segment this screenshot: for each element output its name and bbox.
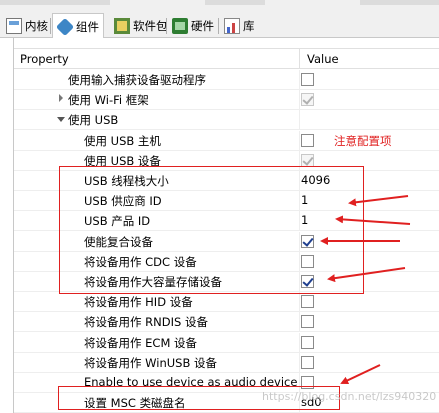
header-column-divider[interactable] <box>299 49 300 69</box>
column-divider <box>299 191 300 212</box>
property-checkbox[interactable] <box>301 335 314 349</box>
property-panel: Property Value 使用输入捕获设备驱动程序 使用 Wi-Fi 框架 使用… <box>13 38 439 413</box>
property-value[interactable]: 4096 <box>301 173 330 187</box>
property-checkbox[interactable] <box>301 73 314 86</box>
top-strip-segment <box>360 0 439 5</box>
header-value: Value <box>307 52 339 66</box>
column-divider <box>299 352 300 373</box>
column-divider <box>299 110 300 131</box>
property-row[interactable]: 将设备用作 CDC 设备 <box>14 251 439 272</box>
package-icon <box>114 18 130 34</box>
tab-hardware-label: 硬件 <box>191 19 214 33</box>
property-row[interactable]: 将设备用作 WinUSB 设备 <box>14 352 439 373</box>
column-divider <box>299 272 300 292</box>
library-icon <box>224 18 240 34</box>
tab-kernel[interactable]: 内核 <box>2 14 52 38</box>
property-checkbox[interactable] <box>301 376 314 389</box>
window-top-strip <box>0 0 439 10</box>
property-label: Enable to use device as audio device <box>84 375 298 389</box>
property-checkbox[interactable] <box>301 295 314 309</box>
column-divider <box>299 312 300 333</box>
property-value[interactable]: 1 <box>301 213 308 227</box>
property-label: 将设备用作 HID 设备 <box>84 295 193 310</box>
expand-closed-icon[interactable] <box>59 94 63 103</box>
property-checkbox[interactable] <box>301 254 314 268</box>
property-checkbox <box>301 93 314 107</box>
tab-hardware[interactable]: 硬件 <box>168 14 218 38</box>
property-row[interactable]: 使用输入捕获设备驱动程序 <box>14 70 439 90</box>
property-label: 将设备用作 CDC 设备 <box>84 254 197 269</box>
kernel-icon <box>6 18 22 34</box>
property-row[interactable]: 将设备用作 HID 设备 <box>14 292 439 313</box>
property-checkbox[interactable] <box>301 355 314 369</box>
tab-library[interactable]: 库 <box>220 14 259 38</box>
property-checkbox[interactable] <box>301 315 314 329</box>
tab-components[interactable]: 组件 <box>52 13 104 39</box>
property-label: USB 线程栈大小 <box>84 174 169 188</box>
column-divider <box>299 251 300 272</box>
property-label: 使用 USB 主机 <box>84 133 161 148</box>
property-label: 使能复合设备 <box>84 234 153 249</box>
property-checkbox <box>301 153 314 167</box>
property-row[interactable]: 使用 USB 主机 注意配置项 <box>14 130 439 151</box>
property-row[interactable]: 将设备用作 ECM 设备 <box>14 332 439 353</box>
top-strip-segment <box>0 0 110 5</box>
watermark-text: https://blog.csdn.net/lzs940320 <box>262 390 437 403</box>
property-row[interactable]: USB 产品 ID 1 <box>14 211 439 232</box>
property-row[interactable]: 使能复合设备 <box>14 231 439 252</box>
property-label: 使用 Wi-Fi 框架 <box>68 93 149 108</box>
property-label: 将设备用作 RNDIS 设备 <box>84 315 208 330</box>
property-label: 设置 MSC 类磁盘名 <box>84 396 186 411</box>
column-divider <box>299 171 300 191</box>
component-icon <box>55 17 75 36</box>
tab-packages[interactable]: 软件包 <box>110 14 172 38</box>
tab-separator <box>218 18 219 34</box>
column-divider <box>299 332 300 353</box>
property-label: 使用 USB 设备 <box>84 153 161 168</box>
tab-separator <box>166 18 167 34</box>
property-row[interactable]: 使用 Wi-Fi 框架 <box>14 90 439 111</box>
tab-packages-label: 软件包 <box>133 19 168 33</box>
property-row[interactable]: 将设备用作大容量存储设备 <box>14 272 439 292</box>
config-tab-bar: 内核 组件 软件包 硬件 库 <box>0 10 439 39</box>
property-label: 将设备用作 ECM 设备 <box>84 335 198 350</box>
property-checkbox[interactable] <box>301 275 314 288</box>
property-row[interactable]: 使用 USB <box>14 110 439 131</box>
column-divider <box>299 90 300 111</box>
column-divider <box>299 130 300 151</box>
property-label: 将设备用作 WinUSB 设备 <box>84 355 218 370</box>
top-strip-segment <box>205 0 265 5</box>
tab-components-label: 组件 <box>76 19 99 34</box>
property-label: USB 产品 ID <box>84 214 151 229</box>
column-divider <box>299 70 300 90</box>
tab-separator <box>50 18 51 34</box>
property-checkbox[interactable] <box>301 234 314 248</box>
property-value[interactable]: 1 <box>301 193 308 207</box>
column-divider <box>299 292 300 313</box>
property-checkbox[interactable] <box>301 133 314 147</box>
annotation-note: 注意配置项 <box>334 133 392 148</box>
property-row[interactable]: USB 线程栈大小 4096 <box>14 171 439 191</box>
column-divider <box>299 211 300 232</box>
tab-kernel-label: 内核 <box>25 19 48 33</box>
property-row[interactable]: 将设备用作 RNDIS 设备 <box>14 312 439 333</box>
property-row[interactable]: 使用 USB 设备 <box>14 150 439 171</box>
expand-open-icon[interactable] <box>57 117 65 123</box>
column-divider <box>299 150 300 171</box>
property-label: 使用 USB <box>68 113 119 128</box>
property-label: USB 供应商 ID <box>84 194 162 209</box>
tab-library-label: 库 <box>243 19 255 33</box>
header-property: Property <box>20 52 69 66</box>
property-label: 使用输入捕获设备驱动程序 <box>68 73 206 87</box>
column-divider <box>299 231 300 252</box>
hardware-icon <box>172 18 188 34</box>
property-row[interactable]: USB 供应商 ID 1 <box>14 191 439 212</box>
property-label: 将设备用作大容量存储设备 <box>84 275 222 289</box>
property-table-header: Property Value <box>14 48 439 69</box>
